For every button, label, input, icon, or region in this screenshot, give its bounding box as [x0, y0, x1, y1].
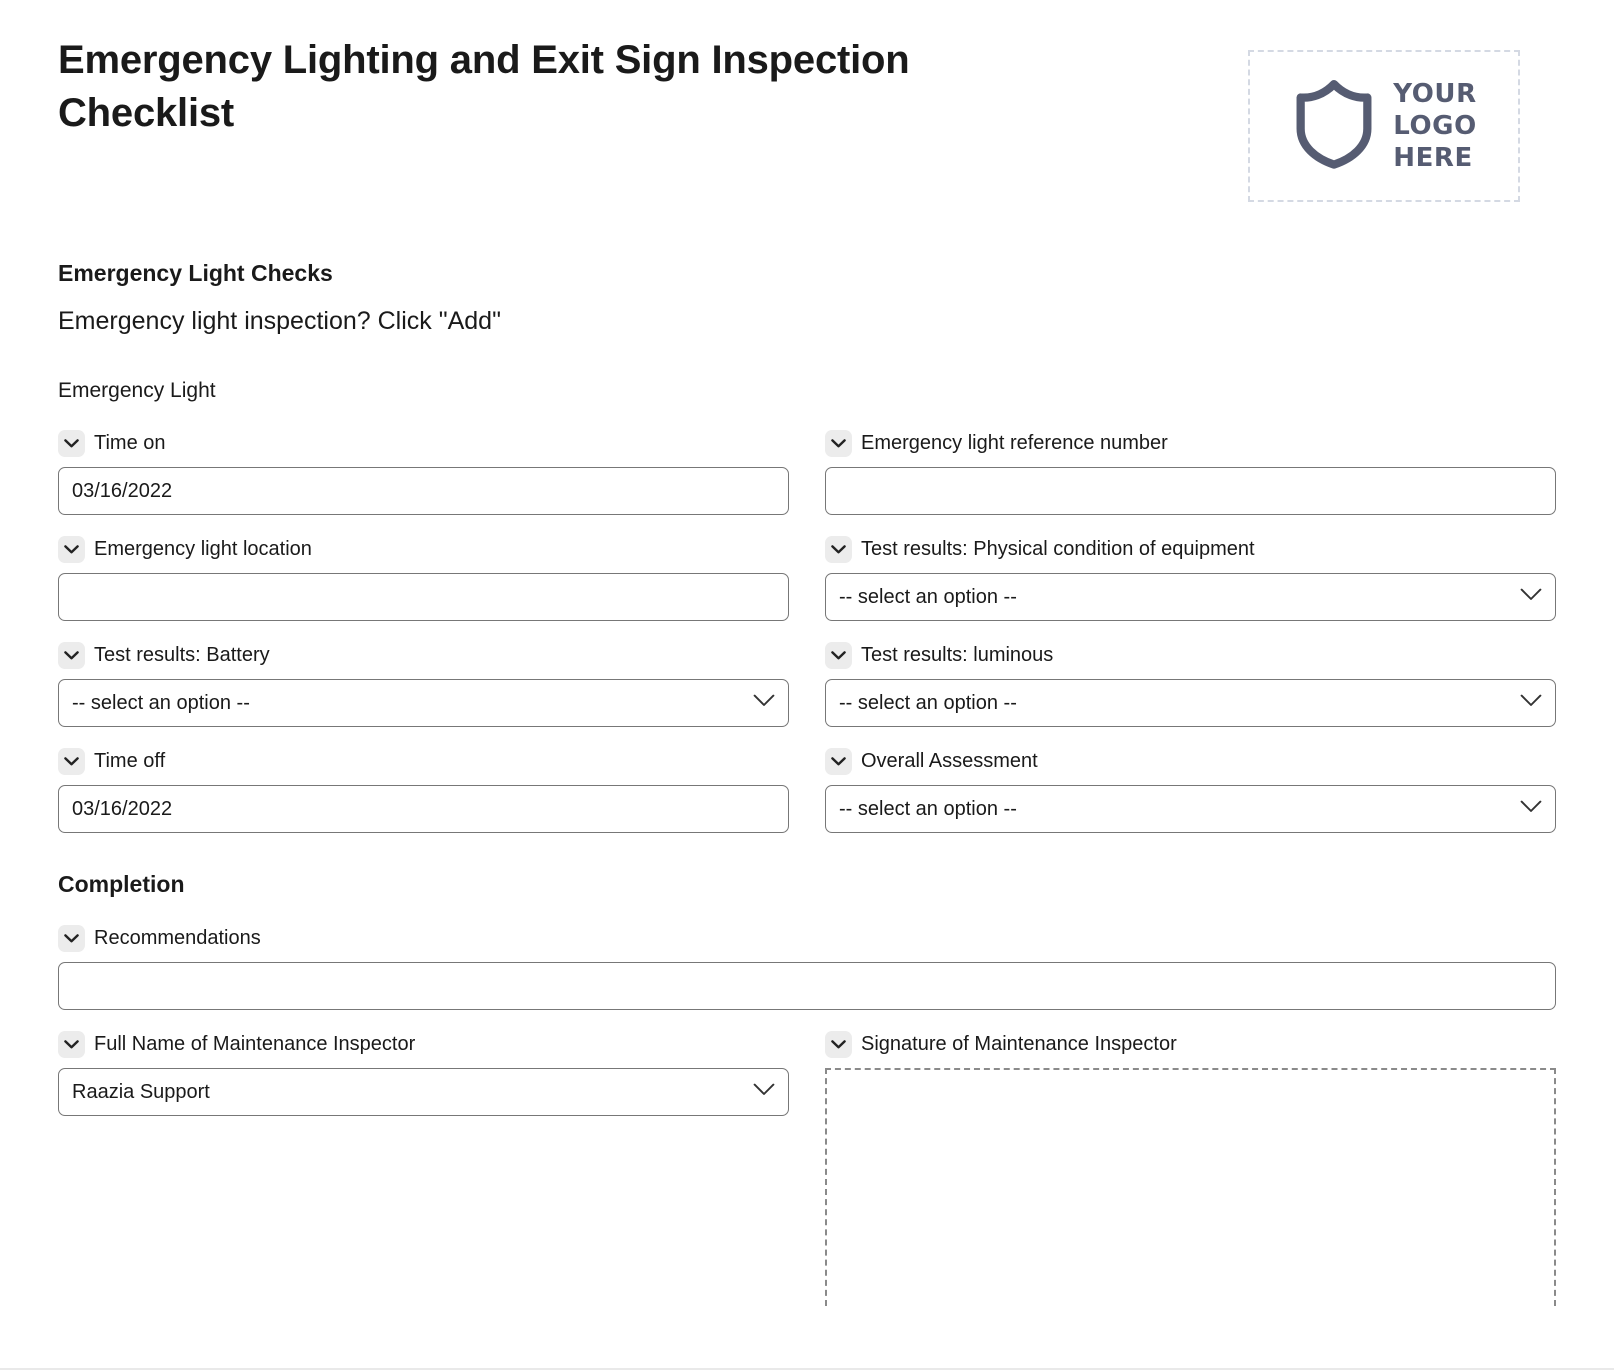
chevron-down-icon[interactable]: [58, 748, 85, 775]
luminous-select[interactable]: -- select an option --: [825, 679, 1556, 727]
field-label-battery: Test results: Battery: [58, 642, 789, 669]
field-label-text: Emergency light location: [94, 538, 312, 560]
field-label-text: Recommendations: [94, 927, 261, 949]
logo-line-2: LOGO: [1393, 110, 1477, 141]
field-label-inspector-signature: Signature of Maintenance Inspector: [825, 1031, 1556, 1058]
page-title: Emergency Lighting and Exit Sign Inspect…: [58, 38, 910, 135]
group-label-emergency-light: Emergency Light: [58, 379, 216, 402]
field-label-text: Full Name of Maintenance Inspector: [94, 1033, 416, 1055]
battery-select[interactable]: -- select an option --: [58, 679, 789, 727]
field-time-on: Time on: [58, 419, 789, 525]
section-subheading-add-prompt: Emergency light inspection? Click "Add": [58, 307, 501, 335]
field-battery: Test results: Battery -- select an optio…: [58, 631, 789, 737]
field-label-text: Signature of Maintenance Inspector: [861, 1033, 1177, 1055]
field-label-text: Time off: [94, 750, 166, 772]
logo-line-1: YOUR: [1393, 78, 1477, 109]
logo-placeholder: YOUR LOGO HERE: [1248, 50, 1520, 202]
logo-line-3: HERE: [1393, 143, 1473, 174]
chevron-down-icon[interactable]: [825, 536, 852, 563]
field-inspector-signature: Signature of Maintenance Inspector: [825, 1020, 1556, 1316]
inspector-name-select[interactable]: Raazia Support: [58, 1068, 789, 1116]
field-label-overall-assessment: Overall Assessment: [825, 748, 1556, 775]
field-label-text: Overall Assessment: [861, 750, 1038, 772]
chevron-down-icon[interactable]: [825, 1031, 852, 1058]
field-label-text: Test results: Battery: [94, 644, 270, 666]
field-recommendations: Recommendations: [58, 914, 1556, 1020]
recommendations-input[interactable]: [58, 962, 1556, 1010]
chevron-down-icon[interactable]: [58, 925, 85, 952]
field-label-time-off: Time off: [58, 748, 789, 775]
physical-condition-select[interactable]: -- select an option --: [825, 573, 1556, 621]
light-location-input[interactable]: [58, 573, 789, 621]
completion-fields-grid: Recommendations Full Name of Maintenance…: [58, 914, 1556, 1316]
field-time-off: Time off: [58, 737, 789, 843]
field-label-text: Time on: [94, 432, 166, 454]
shield-icon: [1291, 78, 1377, 175]
physical-condition-select-wrap: -- select an option --: [825, 573, 1556, 621]
field-light-location: Emergency light location: [58, 525, 789, 631]
reference-number-input[interactable]: [825, 467, 1556, 515]
field-label-inspector-name: Full Name of Maintenance Inspector: [58, 1031, 789, 1058]
field-label-recommendations: Recommendations: [58, 925, 1556, 952]
inspector-name-select-wrap: Raazia Support: [58, 1068, 789, 1116]
field-inspector-name: Full Name of Maintenance Inspector Raazi…: [58, 1020, 789, 1316]
section-heading-emergency-light-checks: Emergency Light Checks: [58, 260, 333, 286]
field-label-time-on: Time on: [58, 430, 789, 457]
signature-pad[interactable]: [825, 1068, 1556, 1306]
chevron-down-icon[interactable]: [825, 430, 852, 457]
field-label-physical-condition: Test results: Physical condition of equi…: [825, 536, 1556, 563]
chevron-down-icon[interactable]: [825, 642, 852, 669]
field-reference-number: Emergency light reference number: [825, 419, 1556, 525]
field-label-text: Test results: luminous: [861, 644, 1054, 666]
battery-select-wrap: -- select an option --: [58, 679, 789, 727]
field-label-text: Emergency light reference number: [861, 432, 1168, 454]
time-off-input[interactable]: [58, 785, 789, 833]
time-on-input[interactable]: [58, 467, 789, 515]
emergency-light-fields-grid: Time on Emergency light reference number: [58, 419, 1556, 843]
field-overall-assessment: Overall Assessment -- select an option -…: [825, 737, 1556, 843]
chevron-down-icon[interactable]: [58, 1031, 85, 1058]
chevron-down-icon[interactable]: [58, 642, 85, 669]
overall-assessment-select[interactable]: -- select an option --: [825, 785, 1556, 833]
chevron-down-icon[interactable]: [825, 748, 852, 775]
field-physical-condition: Test results: Physical condition of equi…: [825, 525, 1556, 631]
field-label-light-location: Emergency light location: [58, 536, 789, 563]
chevron-down-icon[interactable]: [58, 430, 85, 457]
field-label-text: Test results: Physical condition of equi…: [861, 538, 1255, 560]
field-label-luminous: Test results: luminous: [825, 642, 1556, 669]
field-luminous: Test results: luminous -- select an opti…: [825, 631, 1556, 737]
section-heading-completion: Completion: [58, 871, 185, 897]
chevron-down-icon[interactable]: [58, 536, 85, 563]
logo-text: YOUR LOGO HERE: [1393, 78, 1477, 175]
luminous-select-wrap: -- select an option --: [825, 679, 1556, 727]
page-header: Emergency Lighting and Exit Sign Inspect…: [58, 34, 1556, 202]
overall-assessment-select-wrap: -- select an option --: [825, 785, 1556, 833]
field-label-reference-number: Emergency light reference number: [825, 430, 1556, 457]
inspection-checklist-page: Emergency Lighting and Exit Sign Inspect…: [0, 0, 1614, 1370]
